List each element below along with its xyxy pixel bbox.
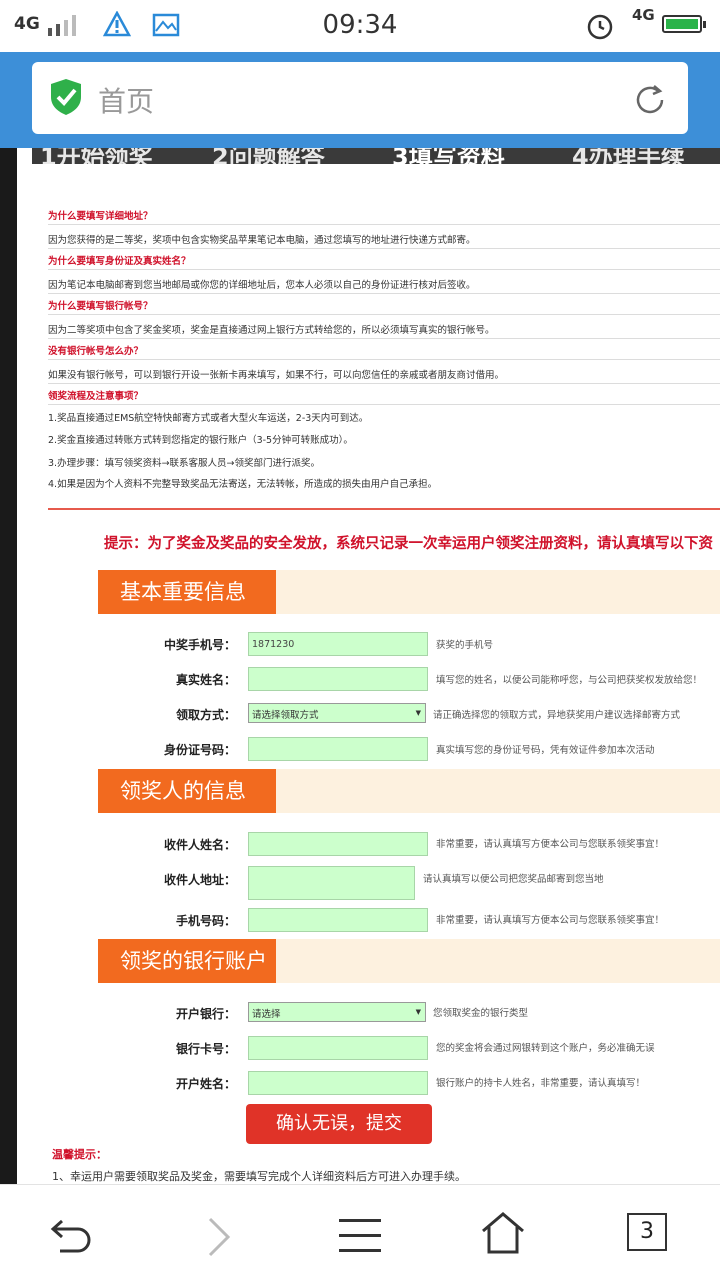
id-number-input[interactable] xyxy=(248,737,428,761)
mobile-hint: 非常重要，请认真填写方便本公司与您联系领奖事宜！ xyxy=(436,915,665,926)
data-network: 4G xyxy=(632,6,655,24)
process-item: 2.奖金直接通过转账方式转到您指定的银行账户（3-5分钟可转账成功）。 xyxy=(48,435,353,446)
divider xyxy=(48,404,720,405)
divider xyxy=(48,359,720,360)
faq-answer: 因为您获得的是二等奖，奖项中包含实物奖品苹果笔记本电脑，通过您填写的地址进行快递… xyxy=(48,235,476,246)
divider xyxy=(48,508,720,510)
section-basic-info: 基本重要信息 xyxy=(98,570,720,614)
process-item: 4.如果是因为个人资料不完整导致奖品无法寄送，无法转帐，所造成的损失由用户自己承… xyxy=(48,479,438,490)
card-number-input[interactable] xyxy=(248,1036,428,1060)
chevron-down-icon: ▼ xyxy=(415,709,421,717)
divider xyxy=(48,224,720,225)
bank-hint: 您领取奖金的银行类型 xyxy=(433,1008,529,1019)
name-label: 真实姓名： xyxy=(175,673,236,687)
account-name-hint: 银行账户的持卡人姓名，非常重要，请认真填写！ xyxy=(436,1078,646,1089)
divider xyxy=(48,293,720,294)
chevron-down-icon: ▼ xyxy=(415,1008,421,1016)
step-4: 4办理手续 xyxy=(572,148,685,164)
submit-button[interactable]: 确认无误，提交 xyxy=(246,1104,432,1144)
account-name-input[interactable] xyxy=(248,1071,428,1095)
tips-title: 温馨提示： xyxy=(52,1148,107,1161)
select-value: 请选择 xyxy=(252,1009,281,1020)
recipient-address-hint: 请认真填写以便公司把您奖品邮寄到您当地 xyxy=(423,874,604,885)
recipient-address-input[interactable] xyxy=(248,866,415,900)
name-hint: 填写您的姓名，以便公司能称呼您，与公司把获奖权发放给您！ xyxy=(436,675,703,686)
alarm-icon xyxy=(587,14,613,40)
back-icon[interactable] xyxy=(48,1215,94,1255)
mobile-label: 手机号码： xyxy=(175,914,236,928)
step-2: 2问题解答 xyxy=(212,148,325,164)
address-bar[interactable]: 首页 xyxy=(32,62,688,134)
step-1: 1开始领奖 xyxy=(40,148,153,164)
faq-answer: 如果没有银行帐号，可以到银行开设一张新卡再来填写，如果不行，可以向您信任的亲戚或… xyxy=(48,370,505,381)
section-bank-account: 领奖的银行账户 xyxy=(98,939,720,983)
faq-question: 为什么要填写详细地址？ xyxy=(48,211,153,222)
id-hint: 真实填写您的身份证号码，凭有效证件参加本次活动 xyxy=(436,745,655,756)
battery-icon xyxy=(662,15,706,33)
forward-icon[interactable] xyxy=(206,1215,232,1259)
card-number-label: 银行卡号： xyxy=(175,1042,236,1056)
section-title: 领奖的银行账户 xyxy=(98,939,276,983)
page-title: 首页 xyxy=(98,85,155,118)
section-recipient-info: 领奖人的信息 xyxy=(98,769,720,813)
phone-hint: 获奖的手机号 xyxy=(436,640,494,651)
phone-label: 中奖手机号： xyxy=(163,638,236,652)
faq-question: 为什么要填写银行帐号？ xyxy=(48,301,153,312)
steps-banner: 1开始领奖 2问题解答 3填写资料 4办理手续 xyxy=(32,148,720,164)
divider xyxy=(48,314,720,315)
recipient-name-label: 收件人姓名： xyxy=(163,838,236,852)
tips-text: 1、幸运用户需要领取奖品及奖金，需要填写完成个人详细资料后方可进入办理手续。 xyxy=(52,1170,466,1183)
account-name-label: 开户姓名： xyxy=(175,1077,236,1091)
browser-nav-bar: 3 xyxy=(0,1184,720,1281)
browser-toolbar: 首页 xyxy=(0,52,720,148)
method-label: 领取方式： xyxy=(175,708,236,722)
method-hint: 请正确选择您的领取方式，异地获奖用户建议选择邮寄方式 xyxy=(433,710,681,721)
section-title: 基本重要信息 xyxy=(98,570,276,614)
home-icon[interactable] xyxy=(480,1211,526,1255)
process-item: 3.办理步骤：填写领奖资料→联系客服人员→领奖部门进行派奖。 xyxy=(48,458,320,469)
refresh-icon[interactable] xyxy=(632,82,668,118)
id-label: 身份证号码： xyxy=(163,743,236,757)
recipient-name-input[interactable] xyxy=(248,832,428,856)
card-number-hint: 您的奖金将会通过网银转到这个账户，务必准确无误 xyxy=(436,1043,655,1054)
shield-icon xyxy=(51,79,81,115)
faq-answer: 因为二等奖项中包含了奖金奖项，奖金是直接通过网上银行方式转给您的，所以必须填写真… xyxy=(48,325,495,336)
divider xyxy=(48,383,720,384)
menu-icon[interactable] xyxy=(337,1215,383,1255)
status-bar: 4G 09:34 4G xyxy=(0,0,720,52)
divider xyxy=(48,269,720,270)
real-name-input[interactable] xyxy=(248,667,428,691)
bank-label: 开户银行： xyxy=(175,1007,236,1021)
recipient-address-label: 收件人地址： xyxy=(163,873,236,887)
process-item: 1.奖品直接通过EMS航空特快邮寄方式或者大型火车运送，2-3天内可到达。 xyxy=(48,413,369,424)
select-value: 请选择领取方式 xyxy=(252,710,319,721)
web-content[interactable]: 1开始领奖 2问题解答 3填写资料 4办理手续 为什么要填写详细地址？ 因为您获… xyxy=(0,148,720,1184)
section-title: 领奖人的信息 xyxy=(98,769,276,813)
tabs-count-button[interactable]: 3 xyxy=(627,1213,667,1251)
bank-select[interactable]: 请选择 ▼ xyxy=(248,1002,426,1022)
prize-phone-input[interactable]: 1871230 xyxy=(248,632,428,656)
step-3: 3填写资料 xyxy=(392,148,505,164)
recipient-name-hint: 非常重要，请认真填写方便本公司与您联系领奖事宜！ xyxy=(436,839,665,850)
divider xyxy=(48,338,720,339)
mobile-input[interactable] xyxy=(248,908,428,932)
process-title: 领奖流程及注意事项？ xyxy=(48,391,144,402)
faq-question: 没有银行帐号怎么办？ xyxy=(48,346,144,357)
page-left-edge xyxy=(0,148,17,1184)
divider xyxy=(48,248,720,249)
claim-method-select[interactable]: 请选择领取方式 ▼ xyxy=(248,703,426,723)
faq-question: 为什么要填写身份证及真实姓名？ xyxy=(48,256,191,267)
faq-answer: 因为笔记本电脑邮寄到您当地邮局或你您的详细地址后，您本人必须以自己的身份证进行核… xyxy=(48,280,476,291)
security-notice: 提示：为了奖金及奖品的安全发放，系统只记录一次幸运用户领奖注册资料，请认真填写以… xyxy=(104,536,713,552)
